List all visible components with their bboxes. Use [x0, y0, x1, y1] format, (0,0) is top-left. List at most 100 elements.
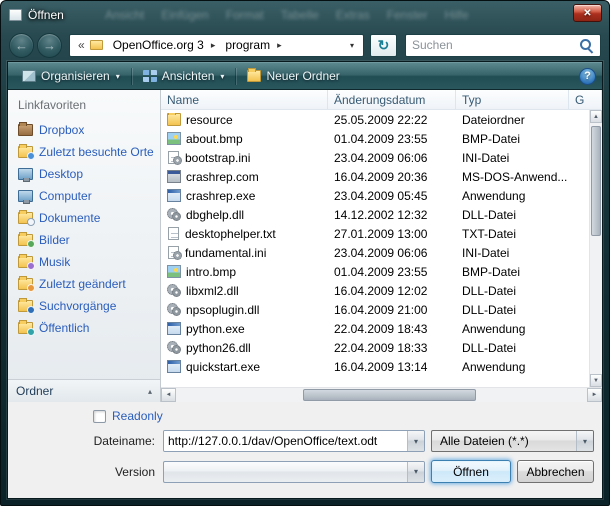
folders-bar[interactable]: Ordner ▴	[8, 379, 160, 402]
sidebar-item-computer[interactable]: Computer	[8, 185, 160, 207]
column-header-type[interactable]: Typ	[456, 90, 569, 109]
file-name: desktophelper.txt	[185, 227, 276, 241]
dropbox-icon	[18, 124, 33, 136]
scroll-down-button[interactable]: ▼	[590, 374, 602, 387]
sidebar-item-public[interactable]: Öffentlich	[8, 317, 160, 339]
vertical-scroll-track[interactable]	[590, 123, 602, 374]
file-date: 16.04.2009 13:14	[328, 360, 456, 374]
version-dropdown-button[interactable]: ▾	[407, 462, 424, 482]
breadcrumb[interactable]: « OpenOffice.org 3 ▸ program ▸ ▾	[69, 34, 364, 57]
file-date: 16.04.2009 21:00	[328, 303, 456, 317]
scroll-right-button[interactable]: ►	[587, 388, 602, 402]
footer: Readonly Dateiname: ▾ Alle Dateien (*.*)…	[8, 402, 602, 498]
refresh-button[interactable]: ↻	[370, 34, 397, 57]
file-row[interactable]: about.bmp 01.04.2009 23:55 BMP-Datei	[161, 129, 589, 148]
file-row[interactable]: desktophelper.txt 27.01.2009 13:00 TXT-D…	[161, 224, 589, 243]
version-row: Version ▾ Öffnen Abbrechen	[15, 460, 594, 483]
file-type: INI-Datei	[456, 151, 569, 165]
file-row[interactable]: libxml2.dll 16.04.2009 12:02 DLL-Datei	[161, 281, 589, 300]
forward-icon: →	[43, 38, 56, 53]
horizontal-scroll-thumb[interactable]	[303, 389, 476, 401]
breadcrumb-segment-openoffice[interactable]: OpenOffice.org 3 ▸	[108, 38, 221, 52]
filetype-dropdown[interactable]: Alle Dateien (*.*) ▾	[431, 430, 594, 452]
forward-button[interactable]: →	[37, 33, 62, 58]
organize-button[interactable]: Organisieren ▾	[14, 66, 128, 86]
column-header-name[interactable]: Name	[161, 90, 328, 109]
file-name: crashrep.exe	[186, 189, 255, 203]
main-area: Linkfavoriten Dropbox Zuletzt besuchte O…	[8, 90, 602, 402]
search-input[interactable]	[406, 38, 579, 52]
column-header-size[interactable]: G	[569, 90, 602, 109]
sidebar-item-documents[interactable]: Dokumente	[8, 207, 160, 229]
new-folder-button[interactable]: Neuer Ordner	[239, 66, 347, 86]
file-row[interactable]: bootstrap.ini 23.04.2009 06:06 INI-Datei	[161, 148, 589, 167]
open-button[interactable]: Öffnen	[431, 460, 511, 483]
horizontal-scroll-track[interactable]	[176, 388, 587, 402]
file-row[interactable]: intro.bmp 01.04.2009 23:55 BMP-Datei	[161, 262, 589, 281]
search-icon[interactable]	[579, 38, 594, 53]
file-date: 27.01.2009 13:00	[328, 227, 456, 241]
file-list-header: Name Änderungsdatum Typ G	[161, 90, 602, 110]
sidebar-item-searches[interactable]: Suchvorgänge	[8, 295, 160, 317]
chevron-down-icon: ▾	[414, 437, 418, 446]
sidebar-item-pictures[interactable]: Bilder	[8, 229, 160, 251]
crumb-separator-icon[interactable]: ▸	[211, 40, 216, 51]
breadcrumb-overflow-button[interactable]: «	[73, 38, 90, 52]
file-row[interactable]: fundamental.ini 23.04.2009 06:06 INI-Dat…	[161, 243, 589, 262]
scroll-left-button[interactable]: ◄	[161, 388, 176, 402]
file-date: 25.05.2009 22:22	[328, 113, 456, 127]
sidebar-item-desktop[interactable]: Desktop	[8, 163, 160, 185]
vertical-scroll-thumb[interactable]	[591, 126, 601, 236]
file-name: crashrep.com	[186, 170, 259, 184]
crumb-separator-icon[interactable]: ▸	[277, 40, 282, 51]
readonly-checkbox[interactable]	[93, 410, 106, 423]
breadcrumb-segment-program[interactable]: program ▸	[220, 38, 286, 52]
filename-row: Dateiname: ▾ Alle Dateien (*.*) ▾	[15, 430, 594, 452]
file-row[interactable]: quickstart.exe 16.04.2009 13:14 Anwendun…	[161, 357, 589, 376]
help-button[interactable]: ?	[579, 68, 596, 85]
version-dropdown[interactable]: ▾	[163, 461, 425, 483]
back-button[interactable]: ←	[9, 33, 34, 58]
horizontal-scrollbar[interactable]: ◄ ►	[161, 387, 602, 402]
file-row[interactable]: resource 25.05.2009 22:22 Dateiordner	[161, 110, 589, 129]
filename-dropdown-button[interactable]: ▾	[407, 431, 424, 451]
file-row[interactable]: crashrep.exe 23.04.2009 05:45 Anwendung	[161, 186, 589, 205]
file-name: libxml2.dll	[186, 284, 239, 298]
file-row[interactable]: dbghelp.dll 14.12.2002 12:32 DLL-Datei	[161, 205, 589, 224]
ini-icon	[168, 246, 179, 259]
dialog-buttons: Öffnen Abbrechen	[431, 460, 594, 483]
views-button[interactable]: Ansichten ▾	[135, 66, 233, 86]
file-name: python26.dll	[186, 341, 251, 355]
vertical-scrollbar[interactable]: ▲ ▼	[589, 110, 602, 387]
window-icon	[9, 9, 22, 21]
breadcrumb-dropdown-icon[interactable]: ▾	[344, 41, 360, 50]
file-name: npsoplugin.dll	[186, 303, 259, 317]
file-type: Dateiordner	[456, 113, 569, 127]
version-label: Version	[15, 465, 163, 479]
filename-input[interactable]	[164, 431, 407, 451]
navigation-bar: ← → « OpenOffice.org 3 ▸ program ▸ ▾ ↻	[1, 29, 609, 61]
file-row[interactable]: npsoplugin.dll 16.04.2009 21:00 DLL-Date…	[161, 300, 589, 319]
scroll-left-icon: ◄	[166, 392, 172, 398]
file-date: 16.04.2009 20:36	[328, 170, 456, 184]
file-row[interactable]: python.exe 22.04.2009 18:43 Anwendung	[161, 319, 589, 338]
cancel-button[interactable]: Abbrechen	[517, 460, 594, 483]
filename-combobox[interactable]: ▾	[163, 430, 425, 452]
filetype-value: Alle Dateien (*.*)	[432, 434, 576, 448]
search-box[interactable]	[405, 34, 601, 57]
close-button[interactable]: ✕	[573, 4, 602, 22]
sidebar-item-music[interactable]: Musik	[8, 251, 160, 273]
file-date: 23.04.2009 06:06	[328, 151, 456, 165]
file-row[interactable]: python26.dll 22.04.2009 18:33 DLL-Datei	[161, 338, 589, 357]
file-type: INI-Datei	[456, 246, 569, 260]
dll-icon	[167, 341, 181, 354]
sidebar-item-recent-changed[interactable]: Zuletzt geändert	[8, 273, 160, 295]
file-row[interactable]: crashrep.com 16.04.2009 20:36 MS-DOS-Anw…	[161, 167, 589, 186]
filetype-dropdown-button[interactable]: ▾	[576, 431, 593, 451]
sidebar-item-recent[interactable]: Zuletzt besuchte Orte	[8, 141, 160, 163]
views-icon	[143, 70, 157, 82]
background-text: Fenster	[387, 8, 428, 22]
column-header-date[interactable]: Änderungsdatum	[328, 90, 456, 109]
sidebar-item-dropbox[interactable]: Dropbox	[8, 119, 160, 141]
scroll-up-button[interactable]: ▲	[590, 110, 602, 123]
